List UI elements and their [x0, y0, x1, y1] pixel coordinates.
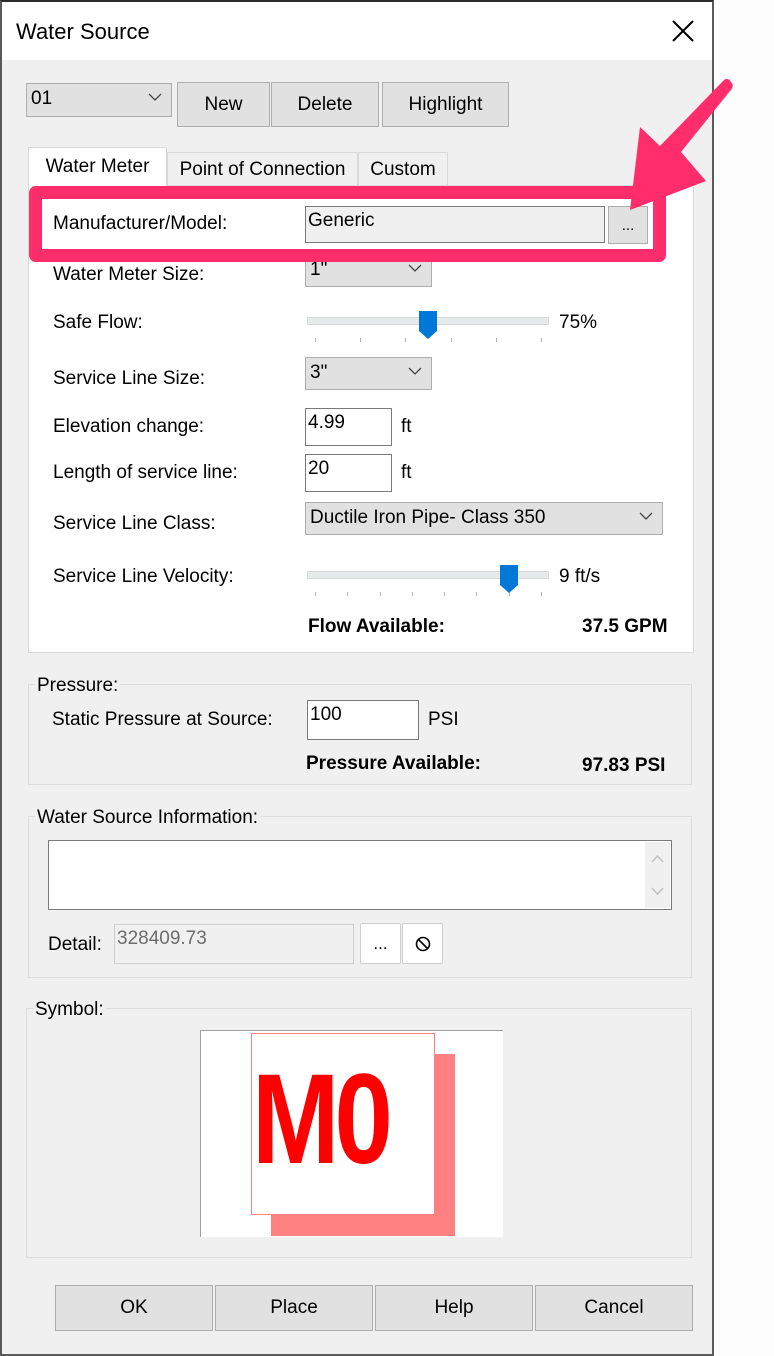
velocity-label: Service Line Velocity:	[53, 566, 234, 587]
length-label: Length of service line:	[53, 462, 238, 483]
water-source-info-title: Water Source Information:	[35, 807, 261, 829]
symbol-group-title: Symbol:	[33, 999, 106, 1021]
slider-tick	[541, 592, 542, 596]
velocity-value: 9 ft/s	[559, 566, 601, 587]
length-input[interactable]: 20	[305, 454, 392, 492]
service-line-size-select[interactable]: 3"	[305, 357, 432, 390]
slider-tick	[379, 592, 381, 596]
title-bar: Water Source	[2, 2, 712, 60]
length-value: 20	[308, 458, 330, 479]
detail-field: 328409.73	[114, 924, 354, 964]
slider-tick	[476, 592, 478, 596]
slider-tick	[360, 338, 362, 342]
detail-clear-button[interactable]	[402, 923, 443, 964]
service-line-size-label: Service Line Size:	[53, 368, 206, 389]
chevron-down-icon	[148, 93, 162, 101]
static-pressure-value: 100	[310, 704, 342, 725]
length-unit: ft	[401, 462, 412, 483]
slider-tick	[315, 338, 316, 342]
manufacturer-value: Generic	[308, 210, 375, 231]
close-icon[interactable]	[666, 14, 700, 48]
delete-button[interactable]: Delete	[271, 82, 379, 127]
new-button[interactable]: New	[177, 82, 270, 127]
manufacturer-label: Manufacturer/Model:	[53, 213, 228, 234]
safe-flow-value: 75%	[559, 312, 598, 333]
place-button[interactable]: Place	[215, 1285, 373, 1331]
detail-browse-button[interactable]: ...	[360, 923, 401, 964]
elevation-label: Elevation change:	[53, 416, 205, 437]
manufacturer-browse-button[interactable]: ...	[608, 206, 648, 244]
source-select-value: 01	[31, 88, 53, 109]
elevation-unit: ft	[401, 416, 412, 437]
service-line-class-value: Ductile Iron Pipe- Class 350	[310, 507, 546, 528]
slider-tick	[541, 338, 542, 342]
slider-tick	[444, 592, 446, 596]
velocity-slider[interactable]	[307, 565, 549, 597]
water-source-dialog: Water Source 01 New Delete Highlight Wat…	[0, 0, 714, 1356]
no-symbol-icon	[415, 936, 430, 951]
meter-size-label: Water Meter Size:	[53, 264, 205, 285]
slider-tick	[315, 592, 316, 596]
tab-water-meter[interactable]: Water Meter	[28, 147, 167, 186]
service-line-size-value: 3"	[310, 362, 328, 383]
tab-custom[interactable]: Custom	[358, 152, 448, 186]
water-source-info-textarea[interactable]	[48, 840, 672, 910]
water-meter-panel: Manufacturer/Model: Generic ... Water Me…	[28, 185, 694, 653]
safe-flow-label: Safe Flow:	[53, 312, 143, 333]
source-select[interactable]: 01	[26, 83, 172, 117]
chevron-down-icon	[639, 512, 653, 520]
ok-button[interactable]: OK	[55, 1285, 213, 1331]
service-line-class-select[interactable]: Ductile Iron Pipe- Class 350	[305, 502, 663, 535]
symbol-preview: M0	[200, 1030, 503, 1237]
meter-size-value: 1"	[310, 259, 328, 280]
flow-available-value: 37.5 GPM	[582, 616, 668, 637]
chevron-down-icon	[408, 264, 422, 272]
static-pressure-input[interactable]: 100	[307, 700, 419, 740]
scroll-up-icon[interactable]	[651, 854, 664, 864]
pressure-available-label: Pressure Available:	[306, 753, 481, 774]
slider-tick	[411, 592, 413, 596]
detail-label: Detail:	[48, 934, 102, 955]
slider-tick	[495, 338, 497, 342]
tab-point-of-connection[interactable]: Point of Connection	[167, 152, 358, 186]
textarea-scrollbar[interactable]	[645, 842, 670, 908]
static-pressure-label: Static Pressure at Source:	[52, 709, 273, 730]
manufacturer-field[interactable]: Generic	[305, 206, 605, 243]
slider-tick	[450, 338, 452, 342]
meter-size-select[interactable]: 1"	[305, 254, 432, 287]
chevron-down-icon	[408, 367, 422, 375]
slider-thumb[interactable]	[419, 311, 437, 339]
elevation-value: 4.99	[308, 412, 345, 433]
slider-thumb[interactable]	[500, 565, 519, 593]
pressure-group-title: Pressure:	[35, 675, 121, 697]
elevation-input[interactable]: 4.99	[305, 408, 392, 446]
slider-tick	[405, 338, 407, 342]
slider-tick	[347, 592, 349, 596]
symbol-text: M0	[252, 1048, 393, 1191]
highlight-button[interactable]: Highlight	[382, 82, 509, 127]
scroll-down-icon[interactable]	[651, 886, 664, 896]
help-button[interactable]: Help	[375, 1285, 533, 1331]
flow-available-label: Flow Available:	[308, 616, 445, 637]
service-line-class-label: Service Line Class:	[53, 513, 216, 534]
pressure-available-value: 97.83 PSI	[582, 755, 666, 776]
symbol-card: M0	[251, 1033, 435, 1215]
window-title: Water Source	[16, 19, 150, 44]
static-pressure-unit: PSI	[428, 709, 459, 730]
cancel-button[interactable]: Cancel	[535, 1285, 693, 1331]
safe-flow-slider[interactable]	[307, 311, 549, 343]
detail-value: 328409.73	[117, 928, 207, 949]
